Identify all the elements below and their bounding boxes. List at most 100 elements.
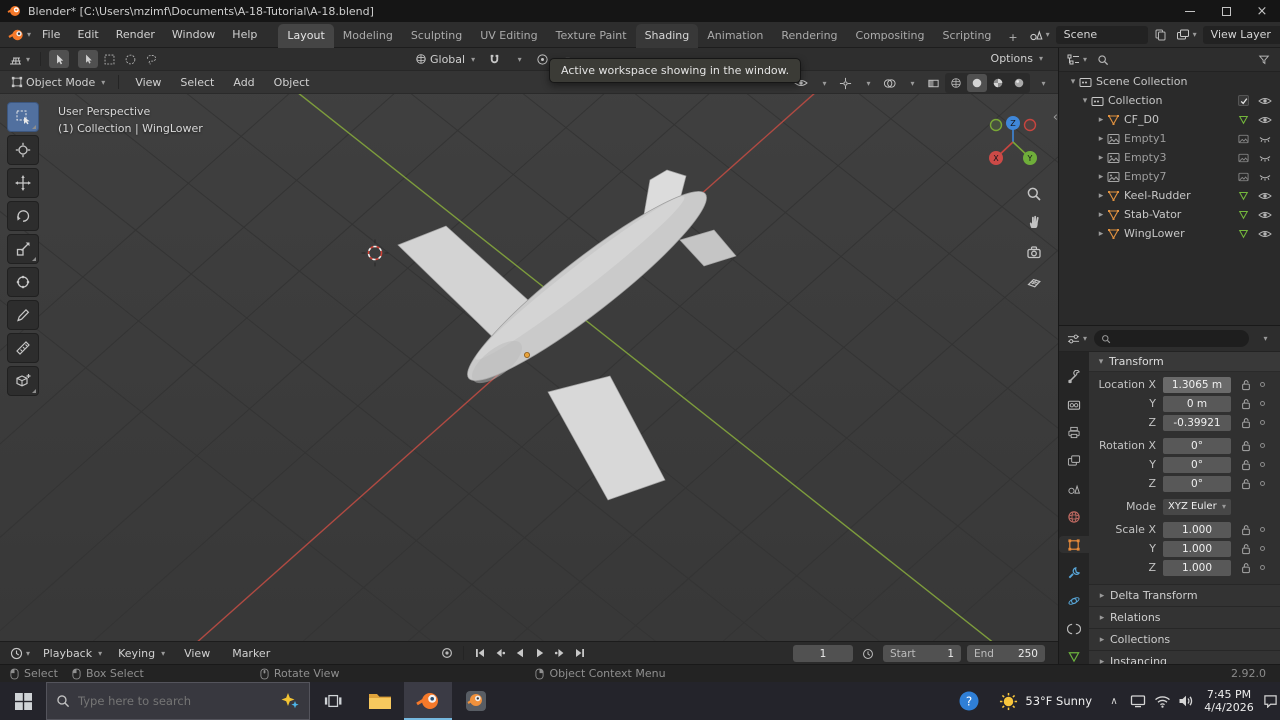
keying-menu[interactable]: Keying ▾ — [113, 645, 170, 662]
animate-dot[interactable] — [1260, 565, 1265, 570]
taskbar-app-2[interactable] — [452, 682, 500, 720]
snap-toggle-button[interactable] — [484, 50, 504, 68]
gizmo-neg-y-ball[interactable] — [989, 118, 1003, 132]
outliner-search-button[interactable] — [1093, 51, 1113, 69]
viewport-3d[interactable]: ▾ Global ▾ ▾ Options ▾ Object Mode ▾ Vie… — [0, 48, 1058, 641]
tab-render[interactable] — [1059, 396, 1089, 413]
eye-closed-icon[interactable] — [1258, 153, 1272, 163]
workspace-tab-scripting[interactable]: Scripting — [933, 24, 1000, 48]
tray-wifi-icon[interactable] — [1150, 682, 1174, 720]
animate-dot[interactable] — [1260, 401, 1265, 406]
toggle-orthographic-button[interactable] — [1022, 269, 1046, 293]
select-mode-lasso-button[interactable] — [141, 50, 161, 68]
workspace-tab-animation[interactable]: Animation — [698, 24, 772, 48]
interaction-mode-dropdown[interactable]: Object Mode ▾ — [6, 74, 110, 91]
visibility-dropdown[interactable]: ▾ — [813, 74, 833, 92]
navigation-gizmo[interactable]: Z X Y — [982, 110, 1044, 172]
transform-tool[interactable] — [7, 267, 39, 297]
measure-tool[interactable] — [7, 333, 39, 363]
lock-icon[interactable] — [1238, 398, 1253, 410]
outliner-row-object[interactable]: ▸ Empty1 — [1059, 129, 1280, 148]
tab-object[interactable] — [1059, 536, 1089, 553]
help-bubble-button[interactable]: ? — [949, 682, 989, 720]
maximize-button[interactable] — [1208, 0, 1244, 22]
outliner-filter-button[interactable] — [1254, 51, 1274, 69]
eye-open-icon[interactable] — [1258, 210, 1272, 220]
taskbar-search-box[interactable] — [46, 682, 310, 720]
view-layer-name-field[interactable]: View Layer — [1202, 25, 1280, 44]
lock-icon[interactable] — [1238, 543, 1253, 555]
workspace-tab-shading[interactable]: Shading — [635, 23, 699, 48]
close-button[interactable]: × — [1244, 0, 1280, 22]
animate-dot[interactable] — [1260, 527, 1265, 532]
section-delta-transform[interactable]: ▸ Delta Transform — [1089, 584, 1280, 606]
viewport-menu-add[interactable]: Add — [225, 73, 262, 92]
play-button[interactable] — [531, 644, 549, 661]
workspace-tab-modeling[interactable]: Modeling — [334, 24, 402, 48]
workspace-tab-texture-paint[interactable]: Texture Paint — [547, 24, 636, 48]
menu-render[interactable]: Render — [108, 25, 163, 44]
location-y-field[interactable]: 0 m — [1163, 395, 1231, 412]
animate-dot[interactable] — [1260, 481, 1265, 486]
xray-toggle-button[interactable] — [923, 74, 943, 92]
gizmo-neg-x-ball[interactable] — [1023, 118, 1037, 132]
eye-open-icon[interactable] — [1258, 229, 1272, 239]
eye-closed-icon[interactable] — [1258, 134, 1272, 144]
tab-object-data[interactable] — [1059, 648, 1089, 664]
tray-show-hidden-button[interactable]: ∧ — [1102, 682, 1126, 720]
location-x-field[interactable]: 1.3065 m — [1163, 376, 1231, 393]
select-box-tool[interactable] — [7, 102, 39, 132]
editor-type-button[interactable]: ▾ — [6, 51, 32, 67]
auto-keyframe-button[interactable] — [438, 644, 456, 661]
options-dropdown[interactable]: Options ▾ — [986, 50, 1048, 67]
view-layer-browse-button[interactable]: ▾ — [1174, 27, 1199, 42]
annotate-tool[interactable] — [7, 300, 39, 330]
eye-open-icon[interactable] — [1258, 191, 1272, 201]
collection-checkbox[interactable] — [1238, 95, 1249, 106]
add-workspace-button[interactable]: + — [1000, 27, 1025, 48]
new-scene-button[interactable] — [1152, 26, 1170, 44]
tab-tool[interactable] — [1059, 368, 1089, 385]
menu-file[interactable]: File — [34, 25, 68, 44]
properties-filter-dropdown[interactable]: ▾ — [1254, 330, 1274, 348]
scale-y-field[interactable]: 1.000 — [1163, 540, 1231, 557]
outliner-row-object[interactable]: ▸ Keel-Rudder — [1059, 186, 1280, 205]
lock-icon[interactable] — [1238, 379, 1253, 391]
tab-physics[interactable] — [1059, 592, 1089, 609]
workspace-tab-compositing[interactable]: Compositing — [847, 24, 934, 48]
outliner-row-object[interactable]: ▸ CF_D0 — [1059, 110, 1280, 129]
shading-dropdown[interactable]: ▾ — [1032, 74, 1052, 92]
taskbar-clock[interactable]: 7:45 PM 4/4/2026 — [1198, 688, 1260, 714]
lock-icon[interactable] — [1238, 562, 1253, 574]
tab-scene[interactable] — [1059, 480, 1089, 497]
task-view-button[interactable] — [310, 682, 356, 720]
timeline-editor-type-button[interactable]: ▾ — [8, 646, 32, 661]
outliner-row-object[interactable]: ▸ Empty7 — [1059, 167, 1280, 186]
viewport-menu-select[interactable]: Select — [172, 73, 222, 92]
shading-wireframe-button[interactable] — [946, 74, 966, 92]
active-tool-indicator[interactable] — [49, 50, 70, 68]
outliner-row-collection[interactable]: ▾ Collection — [1059, 91, 1280, 110]
select-mode-circle-button[interactable] — [120, 50, 140, 68]
properties-search-box[interactable] — [1094, 330, 1249, 347]
workspace-tab-sculpting[interactable]: Sculpting — [402, 24, 471, 48]
properties-search-input[interactable] — [1115, 333, 1242, 344]
animate-dot[interactable] — [1260, 546, 1265, 551]
minimize-button[interactable] — [1172, 0, 1208, 22]
properties-editor-type-button[interactable]: ▾ — [1065, 332, 1089, 346]
action-center-button[interactable] — [1260, 682, 1280, 720]
section-relations[interactable]: ▸ Relations — [1089, 606, 1280, 628]
sidebar-collapse-arrow[interactable]: ‹ — [1053, 110, 1058, 125]
workspace-tab-rendering[interactable]: Rendering — [772, 24, 846, 48]
lock-icon[interactable] — [1238, 417, 1253, 429]
tab-constraints[interactable] — [1059, 620, 1089, 637]
playback-menu[interactable]: Playback ▾ — [38, 645, 107, 662]
taskbar-blender[interactable] — [404, 682, 452, 720]
select-mode-box-button[interactable] — [99, 50, 119, 68]
tab-view-layer[interactable] — [1059, 452, 1089, 469]
menu-help[interactable]: Help — [224, 25, 265, 44]
outliner-row-object[interactable]: ▸ Stab-Vator — [1059, 205, 1280, 224]
lock-icon[interactable] — [1238, 478, 1253, 490]
current-frame-field[interactable]: 1 — [793, 645, 853, 662]
use-preview-range-button[interactable] — [859, 645, 877, 662]
